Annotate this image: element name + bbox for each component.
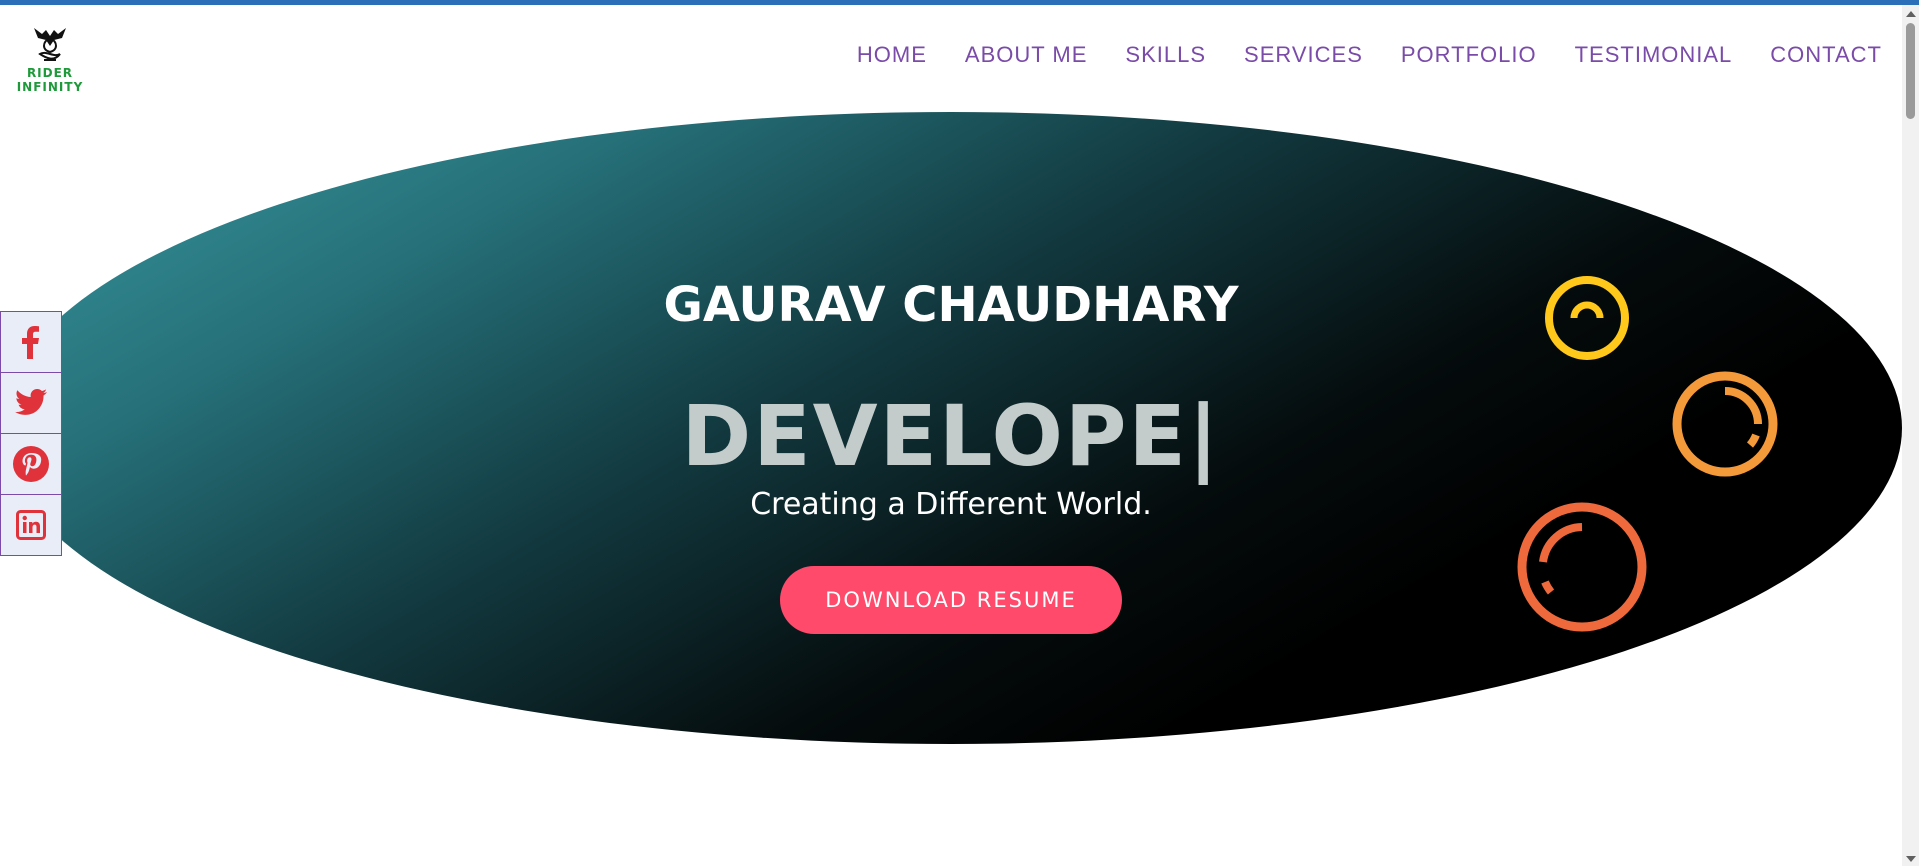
site-logo[interactable]: RIDER INFINITY — [14, 24, 86, 98]
hero-typed-role: DEVELOPE| — [681, 387, 1221, 485]
orange-ring-icon — [1672, 371, 1778, 477]
rider-infinity-logo-icon — [34, 28, 66, 61]
linkedin-link[interactable] — [0, 494, 62, 556]
hero-banner: GAURAV CHAUDHARY DEVELOPE| Creating a Di… — [0, 112, 1902, 744]
twitter-icon — [15, 389, 47, 415]
page-scrollbar[interactable] — [1902, 5, 1919, 866]
social-links — [0, 311, 62, 556]
pinterest-link[interactable] — [0, 433, 62, 495]
nav-home[interactable]: HOME — [857, 40, 927, 70]
nav-services[interactable]: SERVICES — [1244, 40, 1363, 70]
logo-text-line1: RIDER — [26, 66, 74, 80]
nav-testimonial[interactable]: TESTIMONIAL — [1575, 40, 1733, 70]
nav-skills[interactable]: SKILLS — [1125, 40, 1206, 70]
scroll-thumb[interactable] — [1906, 23, 1915, 119]
twitter-link[interactable] — [0, 372, 62, 434]
pinterest-icon — [13, 446, 49, 482]
scroll-up-arrow-icon[interactable] — [1906, 11, 1916, 17]
nav-portfolio[interactable]: PORTFOLIO — [1401, 40, 1537, 70]
logo-text-line2: INFINITY — [16, 80, 84, 94]
main-nav: HOME ABOUT ME SKILLS SERVICES PORTFOLIO … — [819, 40, 1882, 70]
coral-ring-icon — [1517, 502, 1647, 632]
top-accent-bar — [0, 0, 1919, 5]
linkedin-icon — [16, 510, 46, 540]
facebook-link[interactable] — [0, 311, 62, 373]
nav-about-me[interactable]: ABOUT ME — [965, 40, 1088, 70]
yellow-ring-icon — [1545, 276, 1629, 360]
facebook-icon — [22, 326, 39, 359]
scroll-down-arrow-icon[interactable] — [1906, 856, 1916, 862]
nav-contact[interactable]: CONTACT — [1770, 40, 1882, 70]
download-resume-button[interactable]: DOWNLOAD RESUME — [780, 566, 1122, 634]
